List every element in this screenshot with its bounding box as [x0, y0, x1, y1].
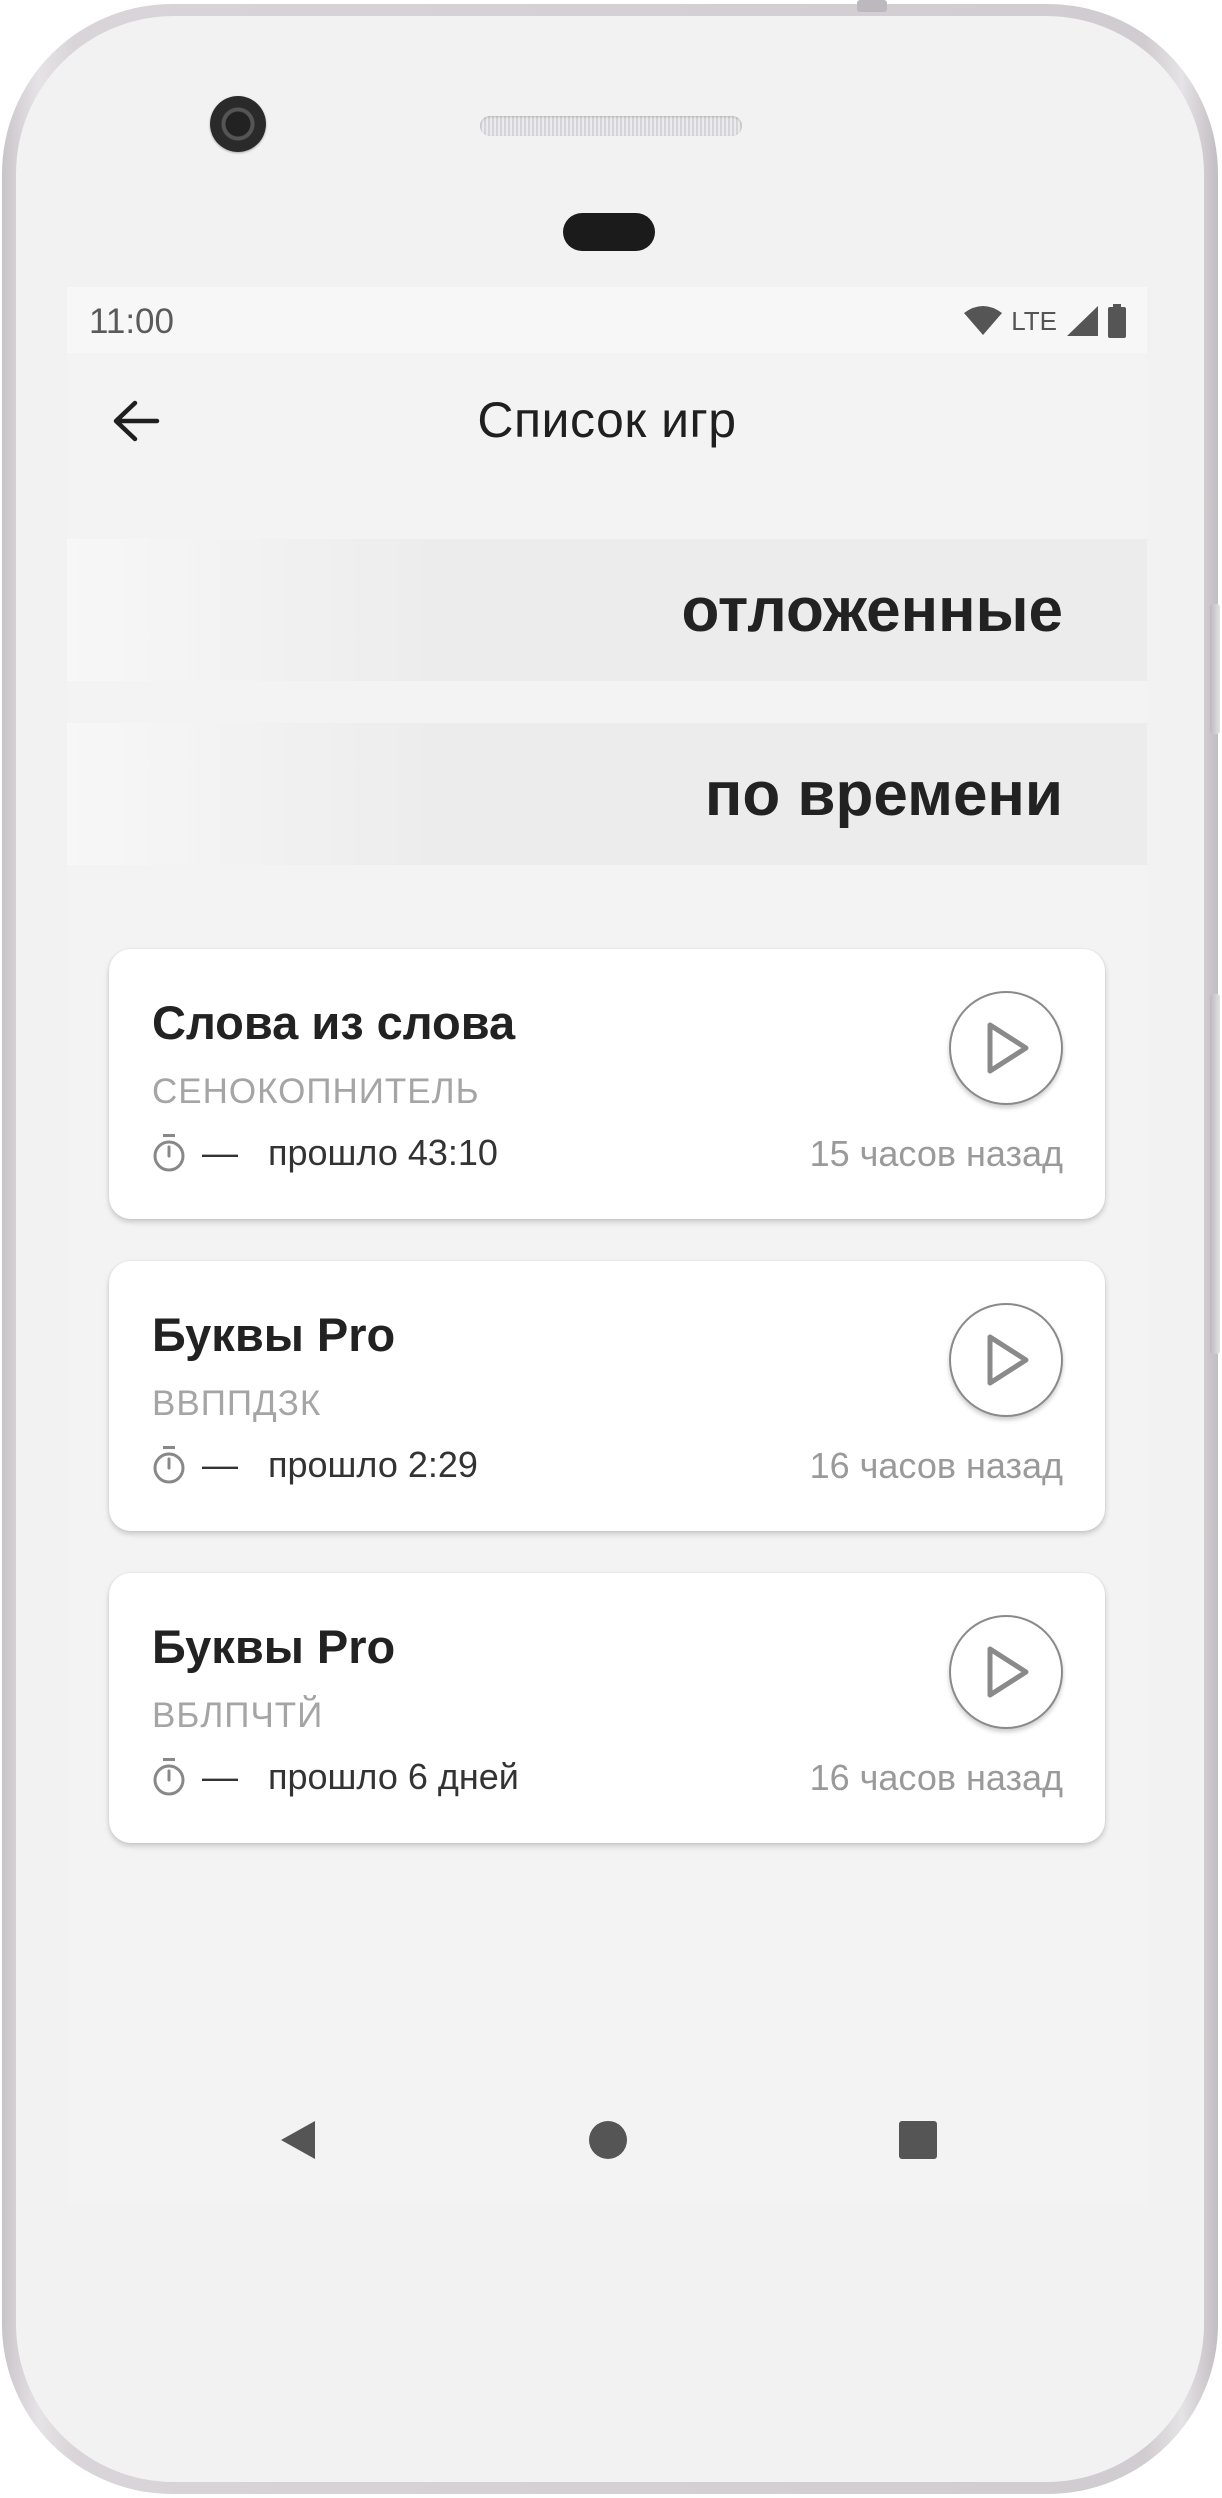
play-icon	[987, 1646, 1029, 1698]
elapsed-time: прошло 6 дней	[268, 1756, 519, 1797]
game-card[interactable]: Слова из слова СЕНОКОПНИТЕЛЬ — прошло 43…	[109, 949, 1105, 1219]
timer-dash: —	[202, 1444, 238, 1485]
home-circle-icon[interactable]	[585, 2117, 631, 2163]
timer-dash: —	[202, 1756, 238, 1797]
game-word: ВБЛПЧТЙ	[152, 1696, 324, 1735]
play-icon	[987, 1334, 1029, 1386]
wifi-icon	[964, 306, 1003, 335]
game-meta: — прошло 2:29	[152, 1441, 478, 1489]
power-notch	[857, 0, 887, 12]
page-title: Список игр	[477, 392, 737, 448]
volume-button	[1210, 994, 1220, 1354]
stopwatch-icon	[153, 1446, 185, 1484]
game-meta: — прошло 6 дней	[152, 1753, 519, 1801]
recents-square-icon[interactable]	[895, 2117, 941, 2163]
front-camera	[210, 96, 266, 152]
phone-frame: 11:00 LTE Список игр отложенные по време…	[2, 0, 1220, 2494]
status-icons: LTE	[963, 301, 1127, 341]
play-icon	[987, 1022, 1029, 1074]
signal-icon	[1067, 306, 1098, 336]
game-card[interactable]: Буквы Pro ВВППДЗК — прошло 2:29 16 часов…	[109, 1261, 1105, 1531]
game-title: Буквы Pro	[152, 1308, 396, 1361]
elapsed-time: прошло 2:29	[268, 1444, 478, 1485]
play-button[interactable]	[949, 1615, 1063, 1729]
game-word: СЕНОКОПНИТЕЛЬ	[152, 1072, 480, 1111]
side-button	[1210, 604, 1220, 734]
system-nav-bar	[67, 2075, 1147, 2205]
speaker-grill	[480, 116, 742, 136]
battery-icon	[1108, 304, 1126, 338]
stopwatch-icon	[153, 1758, 185, 1796]
game-meta: — прошло 43:10	[152, 1129, 498, 1177]
app-bar: Список игр	[67, 353, 1147, 491]
game-title: Слова из слова	[152, 996, 516, 1049]
last-played: 16 часов назад	[809, 1757, 1063, 1798]
screen: 11:00 LTE Список игр отложенные по време…	[67, 287, 1147, 2205]
game-title: Буквы Pro	[152, 1620, 396, 1673]
network-type: LTE	[1011, 305, 1057, 336]
timer-dash: —	[202, 1132, 238, 1173]
back-triangle-icon[interactable]	[275, 2117, 321, 2163]
stopwatch-icon	[153, 1134, 185, 1172]
last-played: 15 часов назад	[809, 1133, 1063, 1174]
status-time: 11:00	[89, 302, 174, 341]
filter-by-time[interactable]: по времени	[67, 723, 1147, 865]
elapsed-time: прошло 43:10	[268, 1132, 498, 1173]
filter-postponed[interactable]: отложенные	[67, 539, 1147, 681]
game-card[interactable]: Буквы Pro ВБЛПЧТЙ — прошло 6 дней 16 час…	[109, 1573, 1105, 1843]
play-button[interactable]	[949, 991, 1063, 1105]
status-bar: 11:00 LTE	[67, 287, 1147, 353]
earpiece	[563, 213, 655, 251]
game-word: ВВППДЗК	[152, 1384, 322, 1423]
last-played: 16 часов назад	[809, 1445, 1063, 1486]
play-button[interactable]	[949, 1303, 1063, 1417]
